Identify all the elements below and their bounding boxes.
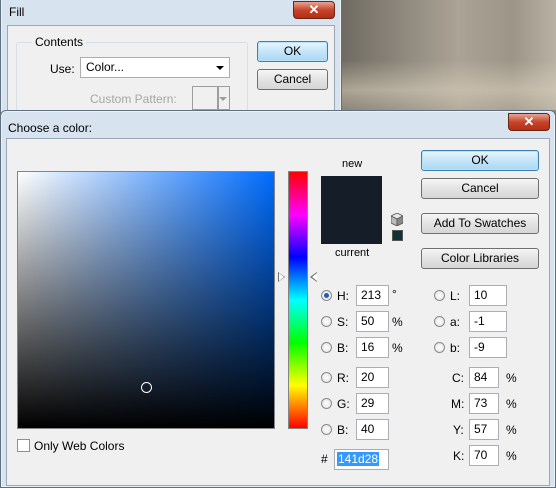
cyan-label: C: [452, 371, 464, 385]
hex-input[interactable]: 141d28 [334, 449, 389, 470]
radio-b-lab[interactable] [434, 342, 445, 353]
use-label: Use: [50, 62, 75, 76]
close-icon: ✕ [523, 114, 535, 129]
picker-titlebar: Choose a color: ✕ [1, 111, 555, 137]
magenta-input[interactable]: 73 [469, 393, 499, 414]
blue-label: B: [337, 423, 349, 437]
picker-cancel-button[interactable]: Cancel [421, 178, 539, 199]
black-unit: % [506, 449, 517, 463]
fill-dialog: Fill ✕ Contents Use: Color... Custom Pat… [0, 0, 342, 132]
only-web-colors-label: Only Web Colors [34, 439, 125, 453]
radio-blue[interactable] [321, 424, 332, 435]
magenta-label: M: [451, 397, 465, 411]
picker-close-button[interactable]: ✕ [508, 113, 550, 131]
fill-close-button[interactable]: ✕ [293, 1, 335, 19]
hue-slider[interactable] [288, 171, 308, 429]
yellow-input[interactable]: 57 [469, 419, 499, 440]
lightness-input[interactable]: 10 [469, 285, 507, 306]
b-lab-label: b: [450, 341, 461, 355]
contents-group-label: Contents [32, 35, 87, 49]
hue-label: H: [337, 289, 349, 303]
close-icon: ✕ [308, 2, 320, 17]
fill-title: Fill [9, 5, 25, 19]
radio-saturation[interactable] [321, 316, 332, 327]
yellow-unit: % [506, 423, 517, 437]
web-safe-swatch-icon[interactable] [392, 230, 403, 241]
a-input[interactable]: -1 [469, 311, 507, 332]
gamut-cube-icon[interactable] [390, 212, 404, 227]
custom-pattern-dropdown[interactable] [218, 86, 230, 110]
blue-input[interactable]: 40 [356, 419, 389, 440]
add-to-swatches-button[interactable]: Add To Swatches [421, 213, 539, 234]
black-input[interactable]: 70 [469, 445, 499, 466]
radio-brightness[interactable] [321, 342, 332, 353]
saturation-input[interactable]: 50 [356, 311, 389, 332]
hex-input-selection: 141d28 [337, 452, 380, 466]
cyan-unit: % [506, 371, 517, 385]
color-field-cursor-icon[interactable] [141, 382, 152, 393]
black-label: K: [453, 449, 465, 463]
hue-unit: ° [392, 287, 397, 301]
picker-ok-button[interactable]: OK [421, 150, 539, 171]
b-lab-input[interactable]: -9 [469, 337, 507, 358]
new-color-label: new [342, 158, 363, 170]
radio-green[interactable] [321, 398, 332, 409]
radio-lightness[interactable] [434, 290, 445, 301]
brightness-unit: % [392, 341, 403, 355]
hue-slider-left-triangle-fill [279, 273, 284, 281]
red-input[interactable]: 20 [356, 367, 389, 388]
chevron-down-icon [216, 66, 224, 70]
custom-pattern-label: Custom Pattern: [90, 92, 177, 106]
cyan-input[interactable]: 84 [469, 367, 499, 388]
saturation-unit: % [392, 315, 403, 329]
hue-input[interactable]: 213 [356, 285, 389, 306]
saturation-label: S: [337, 315, 349, 329]
new-color-swatch [321, 176, 382, 210]
fill-cancel-button[interactable]: Cancel [257, 69, 328, 90]
chevron-down-icon [219, 97, 227, 101]
custom-pattern-swatch[interactable] [192, 86, 218, 110]
picker-title: Choose a color: [8, 121, 93, 135]
color-field[interactable] [17, 171, 275, 429]
green-input[interactable]: 29 [356, 393, 389, 414]
radio-hue[interactable] [321, 290, 332, 301]
green-label: G: [337, 397, 350, 411]
radio-red[interactable] [321, 372, 332, 383]
only-web-colors-checkbox[interactable] [17, 439, 30, 452]
fill-client: Contents Use: Color... Custom Pattern: O… [7, 25, 335, 132]
brightness-label: B: [337, 341, 349, 355]
a-label: a: [450, 315, 461, 329]
color-libraries-button[interactable]: Color Libraries [421, 248, 539, 269]
radio-a[interactable] [434, 316, 445, 327]
fill-titlebar: Fill ✕ [1, 0, 341, 21]
yellow-label: Y: [453, 423, 464, 437]
current-color-swatch[interactable] [321, 210, 382, 244]
brightness-input[interactable]: 16 [356, 337, 389, 358]
red-label: R: [337, 371, 349, 385]
screen: Fill ✕ Contents Use: Color... Custom Pat… [0, 0, 556, 488]
background-highlight [340, 60, 556, 110]
magenta-unit: % [506, 397, 517, 411]
use-dropdown-value: Color... [86, 60, 125, 74]
lightness-label: L: [450, 289, 461, 303]
hue-slider-right-triangle-fill [312, 273, 317, 281]
hex-label: # [321, 452, 328, 466]
fill-ok-button[interactable]: OK [257, 41, 328, 62]
use-dropdown[interactable]: Color... [80, 57, 230, 78]
current-color-label: current [335, 247, 370, 259]
